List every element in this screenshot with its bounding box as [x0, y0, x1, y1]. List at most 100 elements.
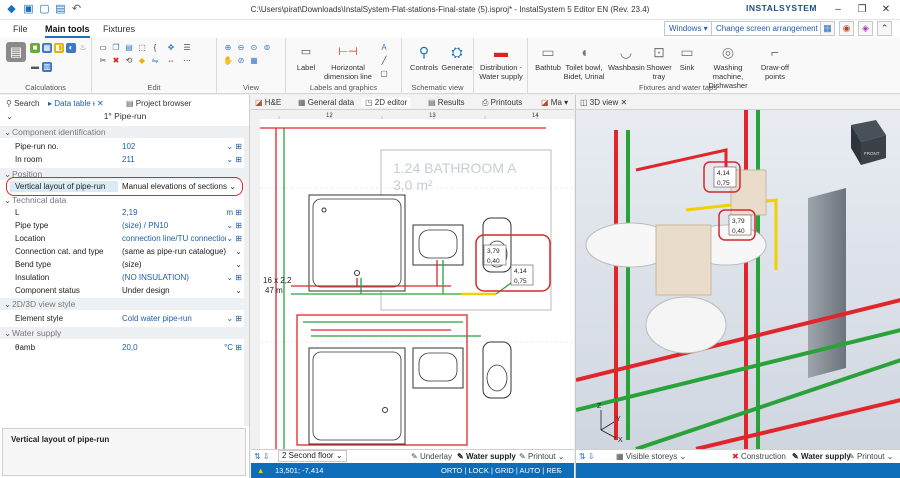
dropdown-icon[interactable]: ⌄ ⊞	[226, 140, 242, 153]
restore-icon[interactable]: ❐	[850, 2, 874, 17]
cut-icon[interactable]: ✂	[98, 56, 108, 66]
calc-tool-5-icon[interactable]: ♨	[78, 43, 88, 53]
collapse-ribbon-icon[interactable]: ⌃	[877, 21, 892, 36]
rotate-icon[interactable]: ⟲	[124, 56, 134, 66]
distribution-icon[interactable]: ▬	[491, 42, 511, 62]
shower-tray-button[interactable]: Shower tray	[643, 63, 675, 81]
generate-icon[interactable]: ⛭	[447, 42, 467, 62]
tab-ma[interactable]: ◪ Ma ▾	[541, 98, 568, 107]
toilet-icon[interactable]: ◖	[574, 42, 594, 62]
shower-tray[interactable]	[308, 194, 406, 292]
calc-tool-1-icon[interactable]: ■	[30, 43, 40, 53]
calc-tool-7-icon[interactable]: ▥	[42, 62, 52, 72]
draw-off-button[interactable]: Draw-off points	[756, 63, 794, 81]
controls-button[interactable]: Controls	[406, 63, 442, 72]
status-dropdown-icon[interactable]: ⌄	[557, 463, 563, 478]
storey-arrows-icon[interactable]: ⇅ ⇩	[579, 450, 595, 463]
cistern-3d[interactable]	[655, 224, 712, 296]
zoom-all-icon[interactable]: ⊚	[262, 43, 272, 53]
windows-button[interactable]: Windows ▾	[664, 21, 713, 36]
calculate-icon[interactable]: ▤	[6, 42, 26, 62]
tab-fixtures[interactable]: Fixtures	[103, 22, 135, 37]
row-insulation[interactable]: Insulation (NO INSULATION) ⌄ ⊞	[0, 271, 250, 284]
tab-main-tools[interactable]: Main tools	[45, 22, 90, 38]
view-layers-icon[interactable]: ▦	[249, 56, 259, 66]
zoom-prev-icon[interactable]: ⊘	[236, 56, 246, 66]
zoom-out-icon[interactable]: ⊖	[236, 43, 246, 53]
calc-tool-3-icon[interactable]: ◧	[54, 43, 64, 53]
section-component-identification[interactable]: ⌄ Component identification	[0, 126, 246, 138]
tab-results[interactable]: ▤ Results	[428, 98, 464, 107]
floor-plan-canvas[interactable]: 12 13 14 1.24 BATHROOM A 3,0 m² 16 x 2,2…	[251, 110, 574, 449]
printout-toggle-3d[interactable]: ✎ Printout ⌄	[848, 450, 893, 463]
minimize-icon[interactable]: –	[826, 2, 850, 17]
align-icon[interactable]: ☰	[182, 43, 192, 53]
bracket-icon[interactable]: {	[150, 43, 160, 53]
dropdown-icon[interactable]: ⌄ ⊞	[226, 312, 242, 325]
dropdown-icon[interactable]: ⌄ ⊞	[226, 232, 242, 245]
mirror-icon[interactable]: ⇋	[150, 56, 160, 66]
row-bend-type[interactable]: Bend type (size) ⌄	[0, 258, 250, 271]
water-supply-toggle[interactable]: ✎ Water supply	[457, 450, 516, 463]
row-pipe-run-no[interactable]: Pipe-run no. 102 ⌄ ⊞	[0, 140, 250, 153]
washbasin[interactable]	[412, 224, 464, 266]
close-tab-icon[interactable]: ✕	[97, 99, 104, 108]
dropdown-icon[interactable]: ⌄	[235, 284, 242, 297]
floor-select[interactable]: 2 Second floor ⌄	[278, 450, 347, 462]
section-technical-data[interactable]: ⌄ Technical data	[0, 194, 246, 206]
row-length[interactable]: L 2,19 m ⊞	[0, 206, 250, 219]
controls-icon[interactable]: ⚲	[414, 42, 434, 62]
printout-toggle[interactable]: ✎ Printout ⌄	[519, 450, 564, 463]
row-location[interactable]: Location connection line/TU connection ⌄ ⊞	[0, 232, 250, 245]
snap-flags[interactable]: ORTO | LOCK | GRID | AUTO | REF	[441, 463, 561, 478]
washbasin-lower[interactable]	[412, 347, 464, 389]
tab-2d-editor[interactable]: ◳ 2D editor	[362, 98, 411, 107]
tab-3d-view[interactable]: ◫ 3D view ✕	[580, 98, 627, 107]
row-in-room[interactable]: In room 211 ⌄ ⊞	[0, 153, 250, 166]
dimension-button[interactable]: Horizontal dimension line	[320, 63, 376, 81]
dropdown-icon[interactable]: ⌄ ⊞	[226, 219, 242, 232]
tab-general-data[interactable]: ▦ General data	[298, 98, 354, 107]
row-element-style[interactable]: Element style Cold water pipe-run ⌄ ⊞	[0, 312, 250, 325]
row-theta-amb[interactable]: θamb 20,0 °C ⊞	[0, 341, 250, 354]
underlay-toggle[interactable]: ✎ Underlay	[411, 450, 452, 463]
calc-tool-2-icon[interactable]: ▦	[42, 43, 52, 53]
tab-hae[interactable]: ◪ H&E	[255, 98, 281, 107]
more-edit-icon[interactable]: ⋯	[182, 56, 192, 66]
tab-printouts[interactable]: ⎙ Printouts	[482, 98, 522, 108]
layout-icon[interactable]: ▦	[820, 21, 835, 36]
measure-icon[interactable]: ⇔	[166, 56, 176, 66]
dropdown-icon[interactable]: ⌄ ⊞	[226, 153, 242, 166]
paste-icon[interactable]: ▤	[124, 43, 134, 53]
tab-data-table[interactable]: ▸ Data table ᵻ ✕	[48, 99, 104, 108]
highlight-icon[interactable]: ◆	[137, 56, 147, 66]
label-button[interactable]: Label	[292, 63, 320, 72]
water-supply-toggle-3d[interactable]: ✎ Water supply	[792, 450, 851, 463]
shower-tray-lower[interactable]	[308, 347, 406, 445]
dropdown-icon[interactable]: ⌄ ⊞	[226, 271, 242, 284]
row-pipe-type[interactable]: Pipe type (size) / PN10 ⌄ ⊞	[0, 219, 250, 232]
shape-icon[interactable]: ▢	[379, 69, 389, 79]
help-icon[interactable]: ◈	[858, 21, 873, 36]
visible-storeys-toggle[interactable]: ▦ Visible storeys ⌄	[616, 450, 686, 463]
dropdown-icon[interactable]: ⌄	[235, 258, 242, 271]
construction-toggle[interactable]: ✖ Construction	[732, 450, 786, 463]
dropdown-icon[interactable]: ⌄	[235, 245, 242, 258]
row-connection-cat[interactable]: Connection cat. and type (same as pipe-ru…	[0, 245, 250, 258]
dimension-icon[interactable]: ⊢⊣	[338, 42, 358, 62]
text-icon[interactable]: A	[379, 43, 389, 53]
row-component-status[interactable]: Component status Under design ⌄	[0, 284, 250, 297]
warning-icon[interactable]: ▲	[257, 463, 264, 478]
database-icon[interactable]: ◉	[839, 21, 854, 36]
scrollbar[interactable]	[244, 126, 249, 426]
washing-machine-icon[interactable]: ◎	[718, 42, 738, 62]
tab-search[interactable]: ⚲ Search	[6, 99, 39, 108]
move-icon[interactable]: ✥	[166, 43, 176, 53]
sink-button[interactable]: Sink	[675, 63, 699, 72]
draw-off-icon[interactable]: ⌐	[765, 42, 785, 62]
pan-icon[interactable]: ✋	[223, 56, 233, 66]
close-icon[interactable]: ✕	[874, 2, 898, 17]
section-water-supply[interactable]: ⌄ Water supply	[0, 327, 246, 339]
sink-icon[interactable]: ▭	[677, 42, 697, 62]
zoom-in-icon[interactable]: ⊕	[223, 43, 233, 53]
